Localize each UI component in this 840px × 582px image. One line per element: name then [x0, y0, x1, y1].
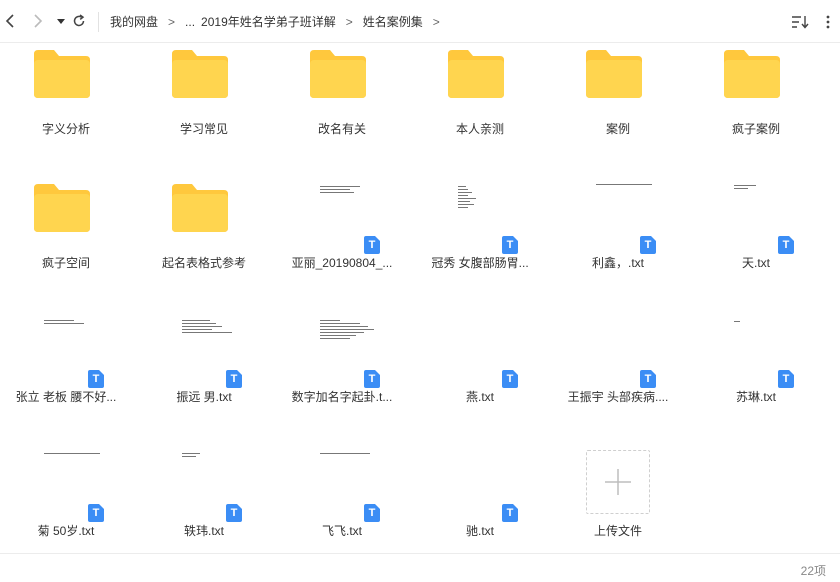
toolbar-divider: [98, 12, 99, 32]
txt-file-icon: T: [44, 452, 104, 522]
txt-file-icon: T: [734, 318, 794, 388]
folder-icon: [172, 50, 228, 98]
txt-badge-icon: T: [502, 236, 518, 254]
txt-badge-icon: T: [640, 370, 656, 388]
txt-badge-icon: T: [502, 504, 518, 522]
txt-badge-icon: T: [778, 236, 794, 254]
item-name: 本人亲测: [455, 122, 504, 136]
txt-badge-icon: T: [364, 236, 380, 254]
txt-badge-icon: T: [88, 504, 104, 522]
breadcrumb-root[interactable]: 我的网盘: [110, 13, 158, 30]
folder-item[interactable]: 疯子空间: [6, 178, 126, 308]
item-name: 张立 老板 腰不好...: [15, 390, 117, 404]
txt-file-icon: T: [320, 184, 380, 254]
item-name: 轶玮.txt: [183, 524, 224, 538]
breadcrumb-separator: >: [432, 14, 440, 29]
breadcrumb: 我的网盘 > ... 2019年姓名学弟子班详解 > 姓名案例集 >: [110, 13, 450, 30]
folder-item[interactable]: 学习常见: [144, 44, 264, 174]
txt-badge-icon: T: [88, 370, 104, 388]
txt-badge-icon: T: [640, 236, 656, 254]
txt-file-icon: T: [320, 452, 380, 522]
item-name: 驰.txt: [465, 524, 494, 538]
plus-icon: [605, 469, 631, 495]
breadcrumb-level1[interactable]: 2019年姓名学弟子班详解: [201, 13, 336, 30]
txt-file-icon: T: [596, 184, 656, 254]
forward-icon[interactable]: [26, 10, 48, 32]
item-name: 数字加名字起卦.t...: [291, 390, 393, 404]
item-name: 冠秀 女腹部肠胃...: [431, 256, 529, 270]
folder-item[interactable]: 疯子案例: [696, 44, 816, 174]
file-item[interactable]: T 亚丽_20190804_...: [282, 178, 402, 308]
folder-item[interactable]: 案例: [558, 44, 678, 174]
upload-box[interactable]: [586, 450, 650, 514]
txt-file-icon: T: [182, 318, 242, 388]
folder-icon: [586, 50, 642, 98]
toolbar: 我的网盘 > ... 2019年姓名学弟子班详解 > 姓名案例集 >: [0, 0, 840, 43]
txt-file-icon: T: [458, 184, 518, 254]
item-name: 振远 男.txt: [176, 390, 232, 404]
file-item[interactable]: T 王振宇 头部疾病....: [558, 312, 678, 442]
more-icon[interactable]: [820, 12, 836, 32]
item-name: 疯子案例: [731, 122, 780, 136]
item-name: 利鑫，.txt: [591, 256, 644, 270]
file-item[interactable]: T 张立 老板 腰不好...: [6, 312, 126, 442]
item-name: 改名有关: [317, 122, 366, 136]
file-item[interactable]: T 天.txt: [696, 178, 816, 308]
breadcrumb-ellipsis[interactable]: ...: [185, 15, 195, 29]
breadcrumb-separator: >: [168, 14, 176, 29]
upload-label: 上传文件: [593, 524, 642, 538]
back-icon[interactable]: [0, 10, 22, 32]
folder-icon: [172, 184, 228, 232]
breadcrumb-separator: >: [345, 14, 353, 29]
item-name: 字义分析: [41, 122, 90, 136]
txt-badge-icon: T: [226, 504, 242, 522]
folder-item[interactable]: 本人亲测: [420, 44, 540, 174]
status-bar: 22项: [0, 553, 840, 582]
item-name: 苏琳.txt: [735, 390, 776, 404]
txt-badge-icon: T: [502, 370, 518, 388]
file-grid: 字义分析 学习常见 改名有关 本人亲测 案例 疯子案例 疯子空间 起名表格式参考…: [0, 44, 840, 552]
item-name: 王振宇 头部疾病....: [567, 390, 669, 404]
item-name: 天.txt: [741, 256, 770, 270]
folder-icon: [448, 50, 504, 98]
file-item[interactable]: T 振远 男.txt: [144, 312, 264, 442]
folder-item[interactable]: 起名表格式参考: [144, 178, 264, 308]
txt-file-icon: T: [596, 318, 656, 388]
item-name: 飞飞.txt: [321, 524, 362, 538]
file-item[interactable]: T 燕.txt: [420, 312, 540, 442]
item-name: 案例: [605, 122, 630, 136]
txt-file-icon: T: [458, 452, 518, 522]
folder-item[interactable]: 改名有关: [282, 44, 402, 174]
txt-file-icon: T: [458, 318, 518, 388]
txt-file-icon: T: [734, 184, 794, 254]
folder-icon: [34, 50, 90, 98]
file-item[interactable]: T 苏琳.txt: [696, 312, 816, 442]
txt-file-icon: T: [44, 318, 104, 388]
item-name: 起名表格式参考: [161, 256, 246, 270]
breadcrumb-level2[interactable]: 姓名案例集: [363, 13, 423, 30]
folder-icon: [34, 184, 90, 232]
item-name: 菊 50岁.txt: [37, 524, 95, 538]
file-item[interactable]: T 利鑫，.txt: [558, 178, 678, 308]
txt-file-icon: T: [320, 318, 380, 388]
item-name: 亚丽_20190804_...: [291, 256, 393, 270]
item-count: 22项: [800, 564, 826, 578]
file-item[interactable]: T 数字加名字起卦.t...: [282, 312, 402, 442]
txt-badge-icon: T: [364, 504, 380, 522]
item-name: 疯子空间: [41, 256, 90, 270]
file-item[interactable]: T 冠秀 女腹部肠胃...: [420, 178, 540, 308]
item-name: 学习常见: [179, 122, 228, 136]
item-name: 燕.txt: [465, 390, 494, 404]
folder-icon: [724, 50, 780, 98]
folder-icon: [310, 50, 366, 98]
txt-badge-icon: T: [226, 370, 242, 388]
txt-badge-icon: T: [364, 370, 380, 388]
refresh-icon[interactable]: [68, 10, 90, 32]
folder-item[interactable]: 字义分析: [6, 44, 126, 174]
txt-file-icon: T: [182, 452, 242, 522]
txt-badge-icon: T: [778, 370, 794, 388]
sort-icon[interactable]: [790, 12, 810, 32]
